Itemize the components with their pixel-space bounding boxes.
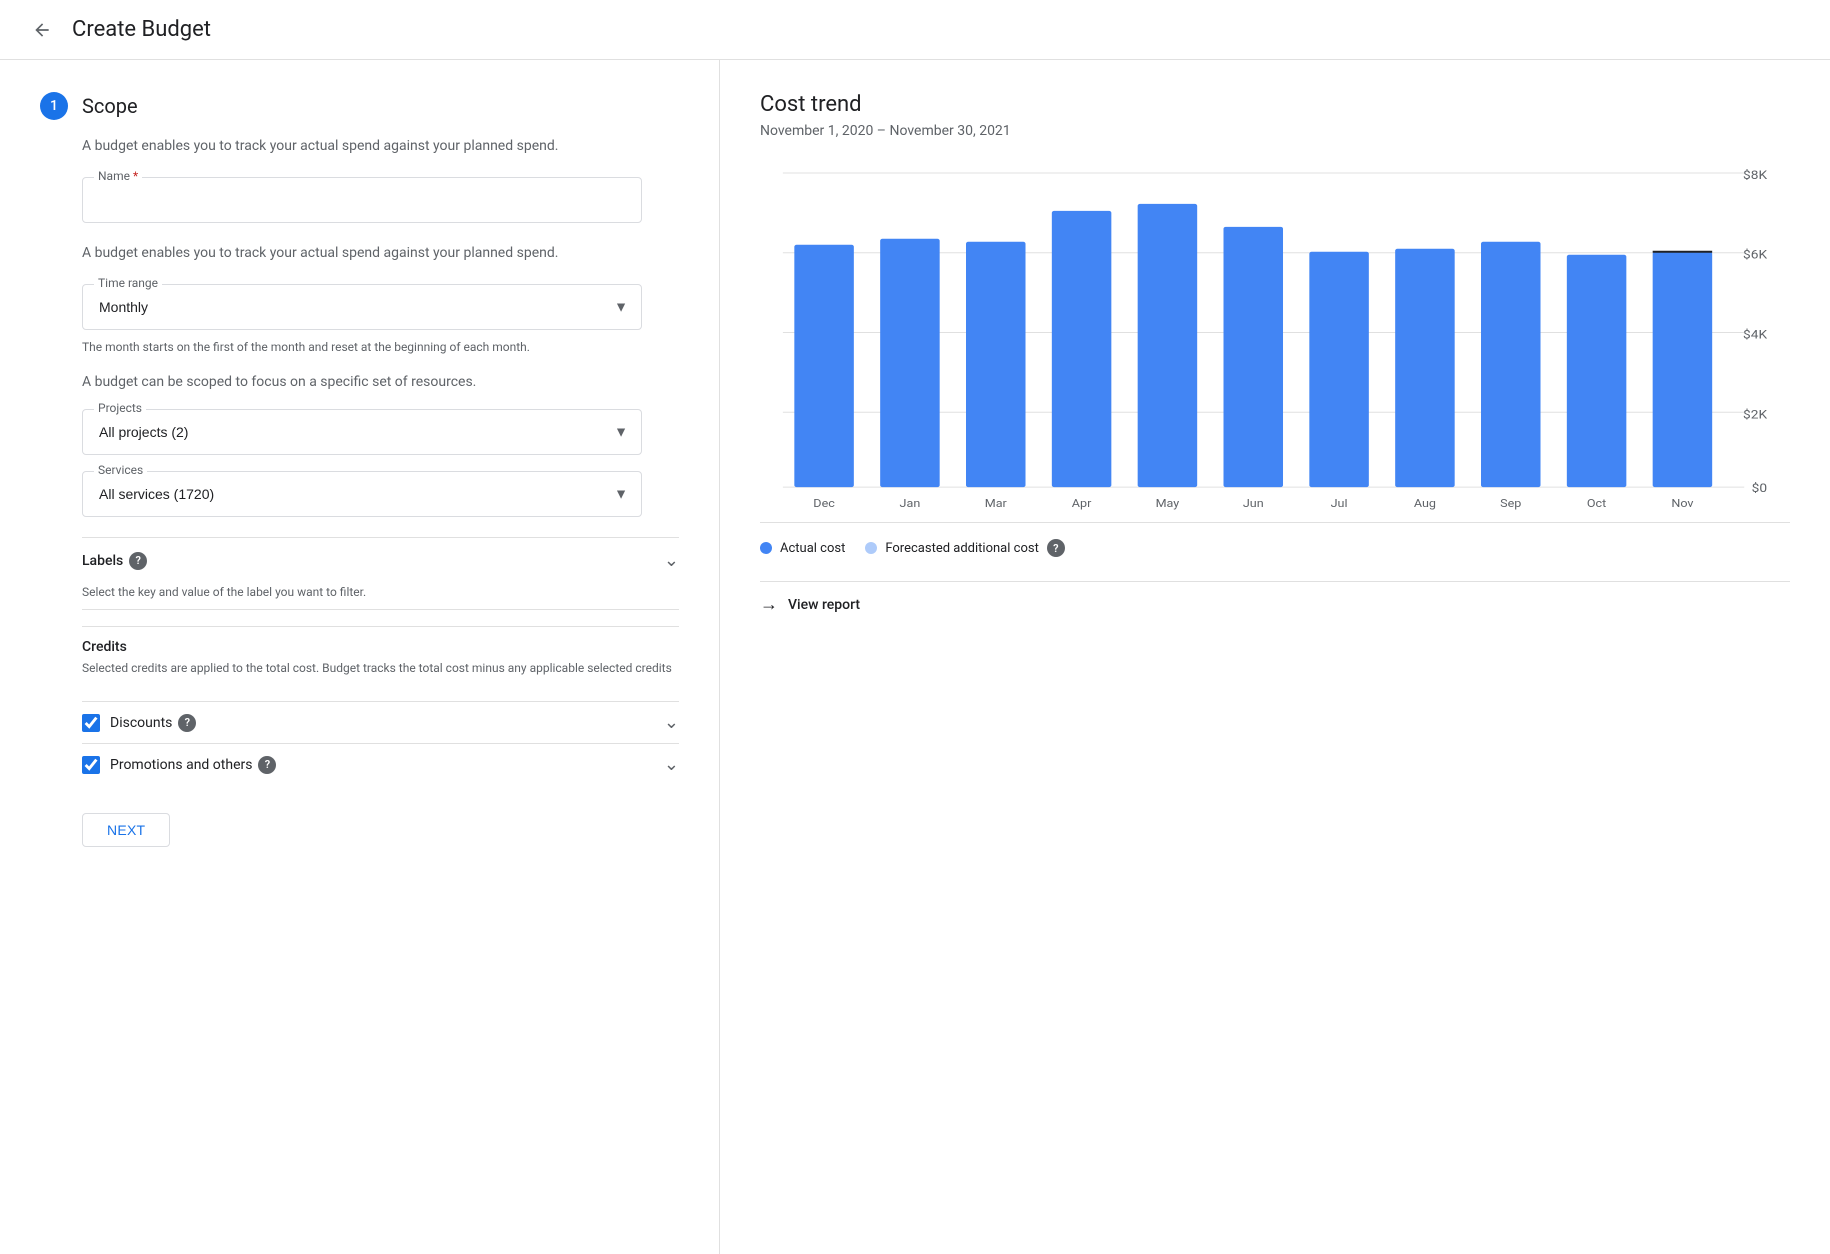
step-badge: 1 xyxy=(40,92,68,120)
bar-mar xyxy=(966,242,1026,487)
discounts-help-icon[interactable]: ? xyxy=(178,714,196,732)
time-range-wrapper: Time range Monthly ▼ xyxy=(82,284,642,330)
next-button[interactable]: NEXT xyxy=(82,813,170,847)
promotions-row: Promotions and others ? ⌄ xyxy=(82,743,679,785)
forecasted-label: Forecasted additional cost xyxy=(885,541,1038,556)
svg-text:May: May xyxy=(1156,497,1180,510)
time-range-select[interactable]: Monthly xyxy=(82,284,642,330)
services-label: Services xyxy=(94,463,147,477)
bar-nov xyxy=(1653,252,1713,487)
svg-text:$4K: $4K xyxy=(1743,328,1768,342)
credits-desc: Selected credits are applied to the tota… xyxy=(82,659,679,677)
forecasted-dot xyxy=(865,542,877,554)
name-field-wrapper: Name * xyxy=(82,177,679,223)
scope-resource-desc: A budget can be scoped to focus on a spe… xyxy=(82,372,679,393)
forecasted-legend: Forecasted additional cost ? xyxy=(865,539,1064,557)
scope-title: Scope xyxy=(82,94,138,118)
labels-help-icon[interactable]: ? xyxy=(129,552,147,570)
header: Create Budget xyxy=(0,0,1830,60)
svg-text:Aug: Aug xyxy=(1414,497,1436,510)
left-panel: 1 Scope A budget enables you to track yo… xyxy=(0,60,720,1254)
time-range-hint: The month starts on the first of the mon… xyxy=(82,338,679,356)
promotions-help-icon[interactable]: ? xyxy=(258,756,276,774)
right-panel: Cost trend November 1, 2020 – November 3… xyxy=(720,60,1830,1254)
bar-may xyxy=(1138,204,1198,487)
credits-section: Credits Selected credits are applied to … xyxy=(82,626,679,701)
svg-text:Jul: Jul xyxy=(1331,497,1348,510)
promotions-chevron-icon: ⌄ xyxy=(664,754,679,775)
discounts-label: Discounts ? xyxy=(110,714,196,732)
services-wrapper: Services All services (1720) ▼ xyxy=(82,471,642,517)
promotions-left: Promotions and others ? xyxy=(82,756,276,774)
labels-hint: Select the key and value of the label yo… xyxy=(82,583,679,610)
svg-text:$2K: $2K xyxy=(1743,408,1768,422)
svg-text:Apr: Apr xyxy=(1072,497,1092,510)
back-button[interactable] xyxy=(24,12,60,48)
svg-text:$0: $0 xyxy=(1752,482,1767,496)
labels-chevron-icon: ⌄ xyxy=(664,550,679,571)
time-range-label: Time range xyxy=(94,276,162,290)
svg-text:Oct: Oct xyxy=(1587,497,1607,510)
view-report-label: View report xyxy=(788,597,860,613)
discounts-left: Discounts ? xyxy=(82,714,196,732)
svg-text:Dec: Dec xyxy=(813,497,835,510)
arrow-right-icon: → xyxy=(760,594,778,615)
cost-trend-chart: $8K $6K $4K $2K $0 Dec Jan xyxy=(760,163,1790,522)
bar-dec xyxy=(794,245,854,487)
bar-sep xyxy=(1481,242,1541,487)
svg-text:Nov: Nov xyxy=(1671,497,1693,510)
bar-apr xyxy=(1052,211,1112,487)
discounts-chevron-icon: ⌄ xyxy=(664,712,679,733)
projects-wrapper: Projects All projects (2) ▼ xyxy=(82,409,642,455)
required-star: * xyxy=(133,169,138,183)
promotions-checkbox[interactable] xyxy=(82,756,100,774)
actual-cost-dot xyxy=(760,542,772,554)
promotions-label: Promotions and others ? xyxy=(110,756,276,774)
view-report-link[interactable]: → View report xyxy=(760,581,1790,627)
bar-jan xyxy=(880,239,940,487)
main-content: 1 Scope A budget enables you to track yo… xyxy=(0,60,1830,1254)
bar-aug xyxy=(1395,249,1455,487)
svg-text:Jan: Jan xyxy=(900,497,921,510)
projects-select[interactable]: All projects (2) xyxy=(82,409,642,455)
labels-title: Labels xyxy=(82,553,123,569)
scope-header: 1 Scope xyxy=(40,92,679,120)
actual-cost-legend: Actual cost xyxy=(760,541,845,556)
svg-text:Mar: Mar xyxy=(985,497,1007,510)
forecasted-help-icon[interactable]: ? xyxy=(1047,539,1065,557)
scope-description2: A budget enables you to track your actua… xyxy=(82,243,679,264)
credits-title: Credits xyxy=(82,639,679,655)
bar-jul xyxy=(1309,252,1369,487)
services-select[interactable]: All services (1720) xyxy=(82,471,642,517)
svg-text:$8K: $8K xyxy=(1743,169,1768,183)
projects-label: Projects xyxy=(94,401,146,415)
svg-text:$6K: $6K xyxy=(1743,249,1768,263)
bar-oct xyxy=(1567,255,1627,487)
page-title: Create Budget xyxy=(72,17,211,42)
svg-text:Jun: Jun xyxy=(1243,497,1264,510)
name-label: Name * xyxy=(94,169,142,183)
labels-collapsible[interactable]: Labels ? ⌄ xyxy=(82,537,679,583)
chart-container: $8K $6K $4K $2K $0 Dec Jan xyxy=(760,163,1790,523)
actual-cost-label: Actual cost xyxy=(780,541,845,556)
labels-title-row: Labels ? xyxy=(82,552,147,570)
discounts-checkbox[interactable] xyxy=(82,714,100,732)
svg-text:Sep: Sep xyxy=(1500,497,1522,510)
cost-trend-date: November 1, 2020 – November 30, 2021 xyxy=(760,123,1790,139)
name-input[interactable] xyxy=(82,177,642,223)
cost-trend-title: Cost trend xyxy=(760,92,1790,117)
discounts-row: Discounts ? ⌄ xyxy=(82,701,679,743)
chart-legend: Actual cost Forecasted additional cost ? xyxy=(760,523,1790,573)
bar-jun xyxy=(1224,227,1284,487)
scope-description1: A budget enables you to track your actua… xyxy=(82,136,679,157)
